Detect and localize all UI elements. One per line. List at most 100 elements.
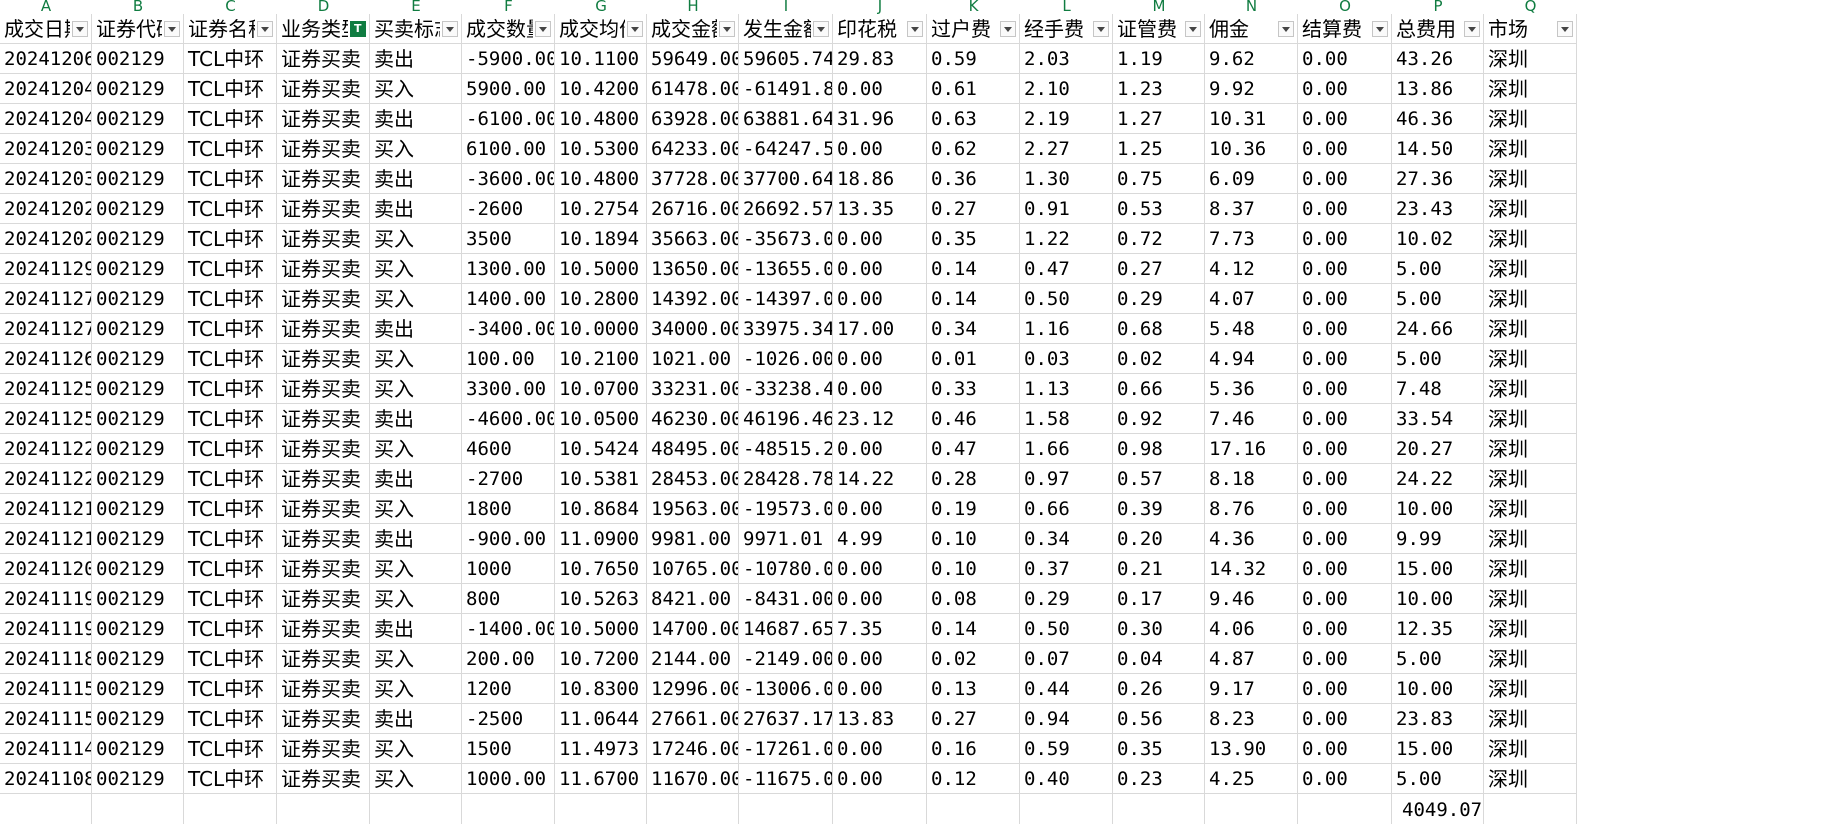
header-cell-b[interactable]: 证券代码 <box>92 14 184 44</box>
table-cell[interactable]: 买入 <box>370 344 462 374</box>
table-cell[interactable]: 0.68 <box>1113 314 1205 344</box>
header-cell-k[interactable]: 过户费 <box>927 14 1020 44</box>
filter-dropdown-icon[interactable] <box>813 21 829 37</box>
column-letter-q[interactable]: Q <box>1484 0 1577 14</box>
table-cell[interactable]: 5.00 <box>1392 344 1484 374</box>
empty-cell[interactable] <box>1113 794 1205 824</box>
filter-active-icon[interactable] <box>350 21 366 37</box>
empty-cell[interactable] <box>739 794 833 824</box>
table-cell[interactable]: 0.00 <box>833 284 927 314</box>
table-cell[interactable]: TCL中环 <box>184 644 277 674</box>
table-cell[interactable]: 买入 <box>370 74 462 104</box>
table-cell[interactable]: 深圳 <box>1484 584 1577 614</box>
filter-dropdown-icon[interactable] <box>257 21 273 37</box>
table-cell[interactable]: 100.00 <box>462 344 555 374</box>
table-cell[interactable]: 0.02 <box>927 644 1020 674</box>
table-cell[interactable]: 48495.00 <box>647 434 739 464</box>
table-cell[interactable]: 0.00 <box>1298 644 1392 674</box>
table-cell[interactable]: 20241108 <box>0 764 92 794</box>
table-cell[interactable]: TCL中环 <box>184 344 277 374</box>
table-cell[interactable]: 002129 <box>92 494 184 524</box>
header-cell-q[interactable]: 市场 <box>1484 14 1577 44</box>
table-cell[interactable]: 4.12 <box>1205 254 1298 284</box>
column-letter-p[interactable]: P <box>1392 0 1484 14</box>
table-cell[interactable]: 2.03 <box>1020 44 1113 74</box>
table-cell[interactable]: 10.7200 <box>555 644 647 674</box>
table-cell[interactable]: 20241204 <box>0 104 92 134</box>
table-cell[interactable]: 24.66 <box>1392 314 1484 344</box>
table-cell[interactable]: 深圳 <box>1484 374 1577 404</box>
table-cell[interactable]: 10765.00 <box>647 554 739 584</box>
table-cell[interactable]: 卖出 <box>370 104 462 134</box>
table-cell[interactable]: 0.00 <box>833 344 927 374</box>
table-cell[interactable]: 002129 <box>92 764 184 794</box>
header-cell-c[interactable]: 证券名称 <box>184 14 277 44</box>
table-cell[interactable]: 0.26 <box>1113 674 1205 704</box>
table-cell[interactable]: 33231.00 <box>647 374 739 404</box>
table-cell[interactable]: 14.22 <box>833 464 927 494</box>
filter-dropdown-icon[interactable] <box>1372 21 1388 37</box>
table-cell[interactable]: TCL中环 <box>184 734 277 764</box>
table-cell[interactable]: 0.66 <box>1113 374 1205 404</box>
table-cell[interactable]: 34000.00 <box>647 314 739 344</box>
table-cell[interactable]: 43.26 <box>1392 44 1484 74</box>
table-cell[interactable]: -3400.00 <box>462 314 555 344</box>
table-cell[interactable]: TCL中环 <box>184 494 277 524</box>
table-cell[interactable]: 卖出 <box>370 404 462 434</box>
table-cell[interactable]: 0.00 <box>1298 704 1392 734</box>
table-cell[interactable]: 20241125 <box>0 374 92 404</box>
table-cell[interactable]: 0.36 <box>927 164 1020 194</box>
table-cell[interactable]: 13.35 <box>833 194 927 224</box>
table-cell[interactable]: 11.0900 <box>555 524 647 554</box>
table-cell[interactable]: 12.35 <box>1392 614 1484 644</box>
table-cell[interactable]: 0.07 <box>1020 644 1113 674</box>
table-cell[interactable]: 0.29 <box>1113 284 1205 314</box>
table-cell[interactable]: 0.63 <box>927 104 1020 134</box>
table-cell[interactable]: 4.94 <box>1205 344 1298 374</box>
table-cell[interactable]: 7.48 <box>1392 374 1484 404</box>
table-cell[interactable]: 深圳 <box>1484 314 1577 344</box>
table-cell[interactable]: 0.00 <box>1298 254 1392 284</box>
table-cell[interactable]: -8431.00 <box>739 584 833 614</box>
filter-dropdown-icon[interactable] <box>1464 21 1480 37</box>
table-cell[interactable]: 0.00 <box>1298 164 1392 194</box>
table-cell[interactable]: 11.6700 <box>555 764 647 794</box>
table-cell[interactable]: 15.00 <box>1392 734 1484 764</box>
table-cell[interactable]: 11.4973 <box>555 734 647 764</box>
table-cell[interactable]: 10.5424 <box>555 434 647 464</box>
table-cell[interactable]: TCL中环 <box>184 134 277 164</box>
table-cell[interactable]: 2144.00 <box>647 644 739 674</box>
table-cell[interactable]: 002129 <box>92 374 184 404</box>
filter-dropdown-icon[interactable] <box>442 21 458 37</box>
table-cell[interactable]: 0.72 <box>1113 224 1205 254</box>
table-cell[interactable]: 0.00 <box>833 254 927 284</box>
table-cell[interactable]: 002129 <box>92 164 184 194</box>
table-cell[interactable]: 0.29 <box>1020 584 1113 614</box>
table-cell[interactable]: 20241206 <box>0 44 92 74</box>
table-cell[interactable]: 0.92 <box>1113 404 1205 434</box>
table-cell[interactable]: 深圳 <box>1484 344 1577 374</box>
table-cell[interactable]: 证券买卖 <box>277 644 370 674</box>
filter-dropdown-icon[interactable] <box>1000 21 1016 37</box>
filter-dropdown-icon[interactable] <box>627 21 643 37</box>
table-cell[interactable]: 0.14 <box>927 614 1020 644</box>
table-cell[interactable]: 33.54 <box>1392 404 1484 434</box>
table-cell[interactable]: 20241126 <box>0 344 92 374</box>
table-cell[interactable]: 0.16 <box>927 734 1020 764</box>
table-cell[interactable]: 0.00 <box>1298 104 1392 134</box>
table-cell[interactable]: -19573.00 <box>739 494 833 524</box>
table-cell[interactable]: 5.00 <box>1392 284 1484 314</box>
table-cell[interactable]: 46196.46 <box>739 404 833 434</box>
filter-dropdown-icon[interactable] <box>72 21 88 37</box>
table-cell[interactable]: 0.00 <box>833 554 927 584</box>
table-cell[interactable]: 1021.00 <box>647 344 739 374</box>
table-cell[interactable]: 20241114 <box>0 734 92 764</box>
header-cell-a[interactable]: 成交日期 <box>0 14 92 44</box>
table-cell[interactable]: 深圳 <box>1484 494 1577 524</box>
header-cell-f[interactable]: 成交数量 <box>462 14 555 44</box>
table-cell[interactable]: 27.36 <box>1392 164 1484 194</box>
table-cell[interactable]: 002129 <box>92 704 184 734</box>
table-cell[interactable]: 买入 <box>370 734 462 764</box>
table-cell[interactable]: 4.36 <box>1205 524 1298 554</box>
table-cell[interactable]: 0.00 <box>833 134 927 164</box>
